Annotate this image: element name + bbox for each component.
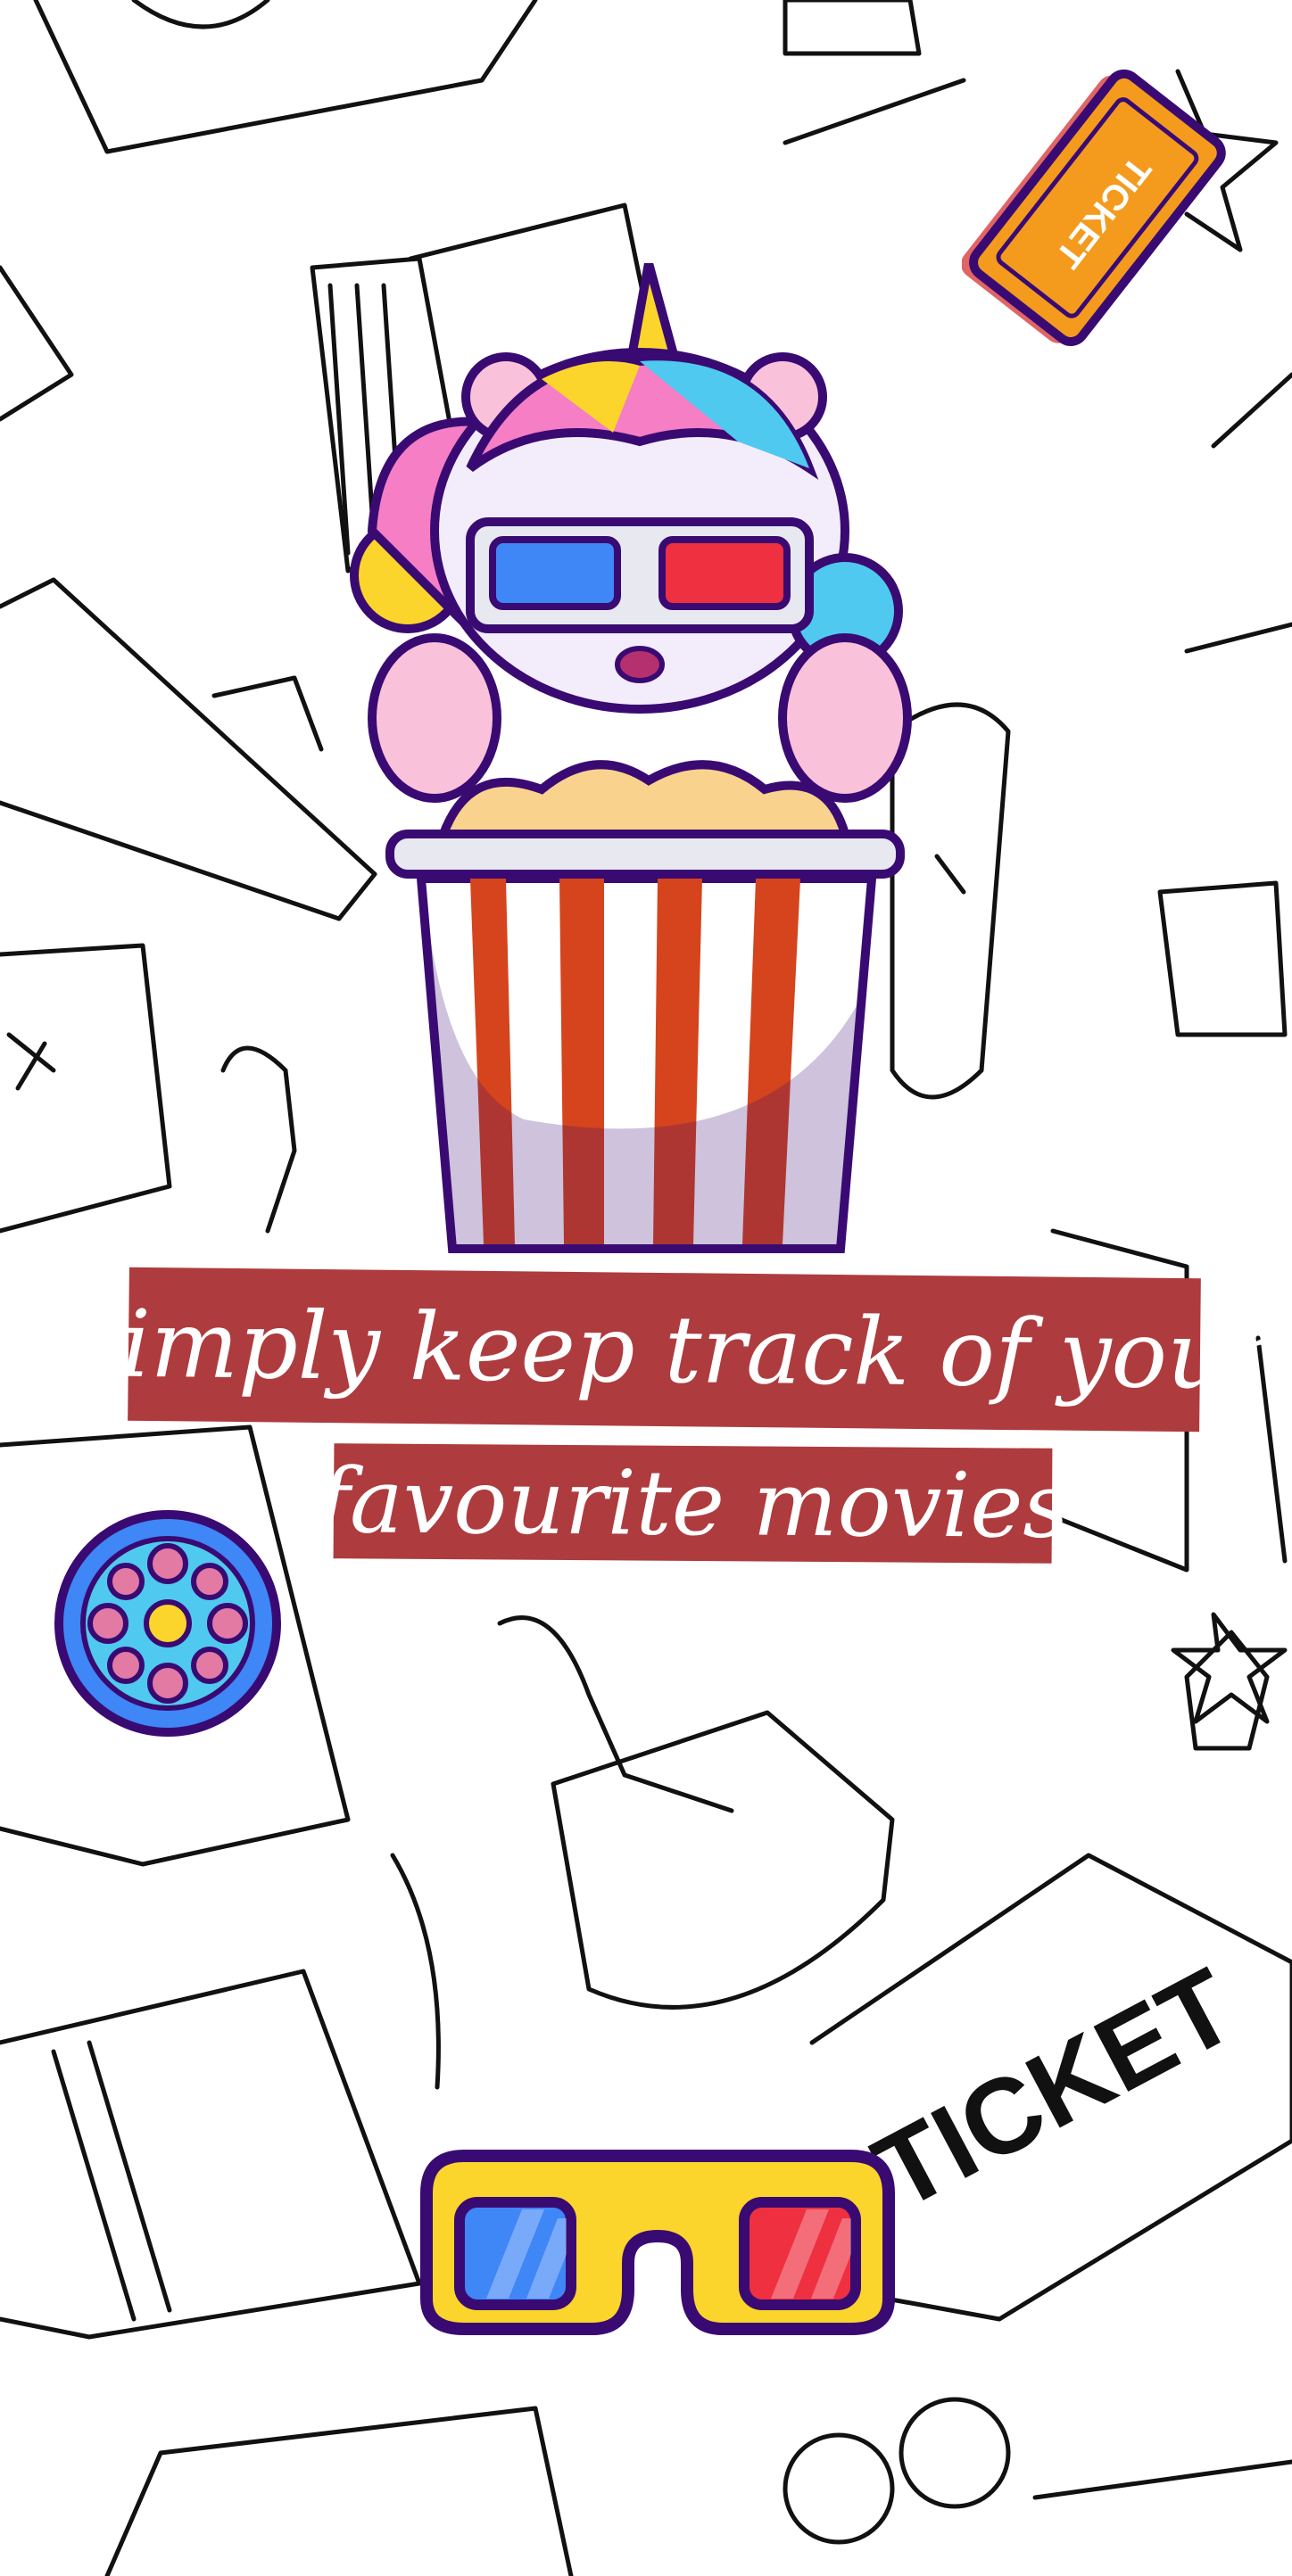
ticket-icon: TICKET (962, 69, 1226, 346)
3d-glasses-icon (420, 2150, 895, 2335)
tagline-banner-line2: favourite movies (317, 1443, 1069, 1564)
tagline-line1: Simply keep track of your (56, 1288, 1272, 1411)
unicorn-popcorn-illustration (350, 263, 912, 1253)
3d-glasses-button[interactable] (419, 2147, 896, 2336)
ticket-doodle-label: TICKET (856, 1945, 1254, 2233)
tagline-banner-line1: Simply keep track of your (57, 1267, 1271, 1432)
film-reel-icon (54, 1510, 281, 1737)
tagline-line2: favourite movies (316, 1449, 1070, 1558)
